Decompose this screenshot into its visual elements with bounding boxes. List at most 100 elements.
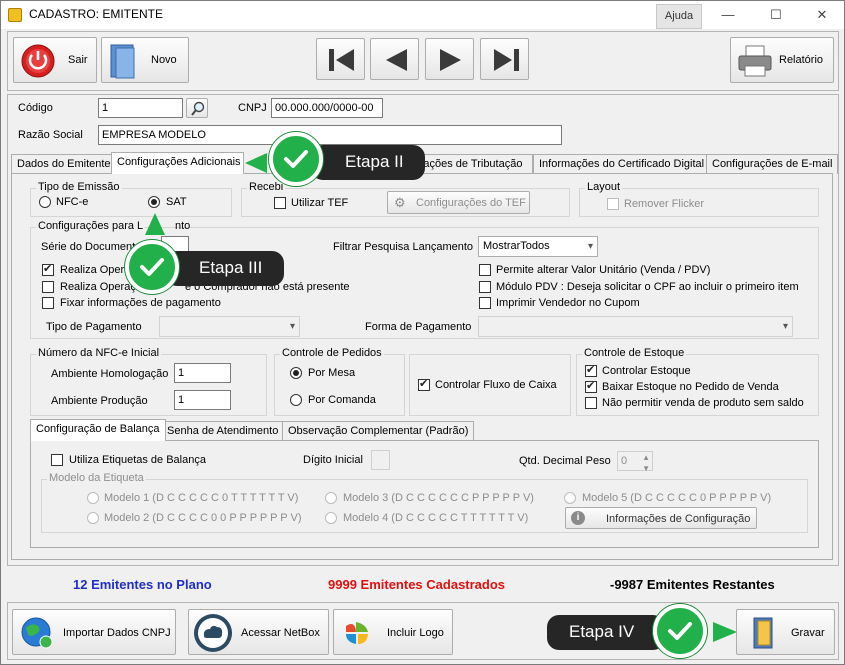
step2-badge: Etapa II (311, 145, 425, 180)
model4-label: Modelo 4 (D C C C C C T T T T T T V) (343, 512, 529, 524)
payment-type-select[interactable]: ▾ (159, 316, 300, 337)
control-stock-checkbox[interactable] (585, 363, 597, 377)
model2-radio[interactable] (87, 512, 99, 524)
sat-label: SAT (166, 196, 187, 208)
request-cpf-checkbox[interactable] (479, 281, 491, 293)
model3-label: Modelo 3 (D C C C C C C P P P P P V) (343, 492, 534, 504)
tab-complementary-note[interactable]: Observação Complementar (Padrão) (282, 421, 475, 441)
save-button[interactable]: Gravar (736, 609, 835, 655)
by-table-label: Por Mesa (308, 367, 356, 379)
model2-label: Modelo 2 (D C C C C 0 0 P P P P P P V) (104, 512, 302, 524)
model5-label: Modelo 5 (D C C C C C 0 P P P P P V) (582, 492, 772, 504)
step3-label: Etapa III (199, 258, 263, 277)
maximize-icon[interactable]: ☐ (761, 5, 791, 25)
step2-pointer (245, 153, 267, 173)
step2-label: Etapa II (345, 152, 404, 171)
lower-stock-checkbox[interactable] (585, 379, 597, 393)
production-input[interactable]: 1 (174, 390, 231, 410)
step3-pointer (145, 213, 165, 235)
first-record-button[interactable] (316, 38, 365, 80)
tab-digital-certificate[interactable]: Informações do Certificado Digital (533, 154, 711, 174)
use-tef-label: Utilizar TEF (291, 197, 349, 209)
filter-select[interactable]: MostrarTodos ▾ (478, 236, 598, 257)
company-name-input[interactable]: EMPRESA MODELO (98, 125, 562, 145)
homolog-input[interactable]: 1 (174, 363, 231, 383)
exit-label: Sair (68, 54, 88, 66)
payment-form-label: Forma de Pagamento (365, 321, 472, 333)
next-record-button[interactable] (425, 38, 474, 80)
tab-scale-config[interactable]: Configuração de Balança (30, 419, 166, 441)
minimize-icon[interactable]: — (713, 5, 743, 25)
label-model-title: Modelo da Etiqueta (47, 472, 146, 484)
last-icon (494, 49, 519, 71)
decimal-stepper[interactable]: 0 ▲ ▼ (617, 451, 653, 473)
code-search-button[interactable] (186, 98, 208, 118)
netbox-button[interactable]: Acessar NetBox (188, 609, 329, 655)
cashflow-label: Controlar Fluxo de Caixa (435, 379, 557, 391)
info-icon: i (571, 511, 585, 525)
model4-radio[interactable] (325, 512, 337, 524)
tef-config-button[interactable]: ⚙ Configurações do TEF (387, 191, 530, 214)
tab-email-settings[interactable]: Configurações de E-mail (706, 154, 839, 174)
include-logo-button[interactable]: Incluir Logo (333, 609, 453, 655)
cnpj-label: CNPJ (238, 102, 267, 114)
print-seller-checkbox[interactable] (479, 297, 491, 309)
previous-icon (386, 49, 407, 71)
last-record-button[interactable] (480, 38, 529, 80)
opt1-label: Realiza Oper (60, 264, 125, 276)
model3-radio[interactable] (325, 492, 337, 504)
tab-service-password[interactable]: Senha de Atendimento (161, 421, 285, 441)
stepper-down-icon[interactable]: ▼ (642, 460, 650, 478)
use-scale-labels-checkbox[interactable] (51, 454, 63, 466)
no-negative-stock-checkbox[interactable] (585, 397, 597, 409)
exit-button[interactable]: Sair (13, 37, 97, 83)
sat-radio[interactable] (148, 196, 160, 208)
code-input[interactable]: 1 (98, 98, 183, 118)
model1-radio[interactable] (87, 492, 99, 504)
cloud-icon (194, 614, 232, 652)
nfce-label: NFC-e (56, 196, 89, 208)
gear-icon: ⚙ (394, 195, 406, 210)
by-table-radio[interactable] (290, 367, 302, 379)
request-cpf-label: Módulo PDV : Deseja solicitar o CPF ao i… (496, 281, 799, 293)
initial-digit-input[interactable] (371, 450, 390, 470)
close-icon[interactable]: ✕ (807, 5, 837, 25)
config-info-label: Informações de Configuração (606, 513, 751, 525)
nfce-radio[interactable] (39, 196, 51, 208)
window: CADASTRO: EMITENTE Ajuda — ☐ ✕ Sair Novo (0, 0, 845, 665)
use-scale-labels-label: Utiliza Etiquetas de Balança (69, 454, 206, 466)
tab-issuer-data[interactable]: Dados do Emitente (11, 154, 117, 174)
allow-price-change-checkbox[interactable] (479, 264, 491, 276)
use-tef-checkbox[interactable] (274, 197, 286, 209)
decimal-label: Qtd. Decimal Peso (519, 455, 611, 467)
initial-digit-label: Dígito Inicial (303, 454, 363, 466)
stock-title: Controle de Estoque (582, 347, 687, 359)
config-info-button[interactable]: i Informações de Configuração (565, 507, 757, 529)
payment-form-select[interactable]: ▾ (478, 316, 793, 337)
cashflow-checkbox[interactable] (418, 377, 430, 391)
step3-check-icon (125, 240, 179, 294)
fix-payment-label: Fixar informações de pagamento (60, 297, 221, 309)
app-icon (8, 8, 22, 22)
launch-config-title: Configurações para L (36, 220, 146, 232)
import-cnpj-button[interactable]: Importar Dados CNPJ (12, 609, 176, 655)
opt2-checkbox[interactable] (42, 281, 54, 293)
cnpj-input[interactable]: 00.000.000/0000-00 (271, 98, 383, 118)
by-order-radio[interactable] (290, 394, 302, 406)
fix-payment-checkbox[interactable] (42, 297, 54, 309)
plan-count: 12 Emitentes no Plano (73, 577, 212, 592)
folder-icon (110, 44, 135, 79)
remove-flicker-checkbox[interactable] (607, 198, 619, 210)
tab-additional-settings[interactable]: Configurações Adicionais (111, 152, 244, 174)
previous-record-button[interactable] (370, 38, 419, 80)
printer-icon (738, 45, 772, 77)
report-button[interactable]: Relatório (730, 37, 834, 83)
model5-radio[interactable] (564, 492, 576, 504)
title-bar: CADASTRO: EMITENTE Ajuda — ☐ ✕ (1, 1, 844, 29)
file-cabinet-icon (753, 617, 773, 649)
step4-label: Etapa IV (569, 622, 635, 641)
help-button[interactable]: Ajuda (656, 4, 702, 29)
opt1-checkbox[interactable] (42, 262, 54, 276)
import-cnpj-label: Importar Dados CNPJ (63, 627, 171, 639)
new-button[interactable]: Novo (101, 37, 189, 83)
